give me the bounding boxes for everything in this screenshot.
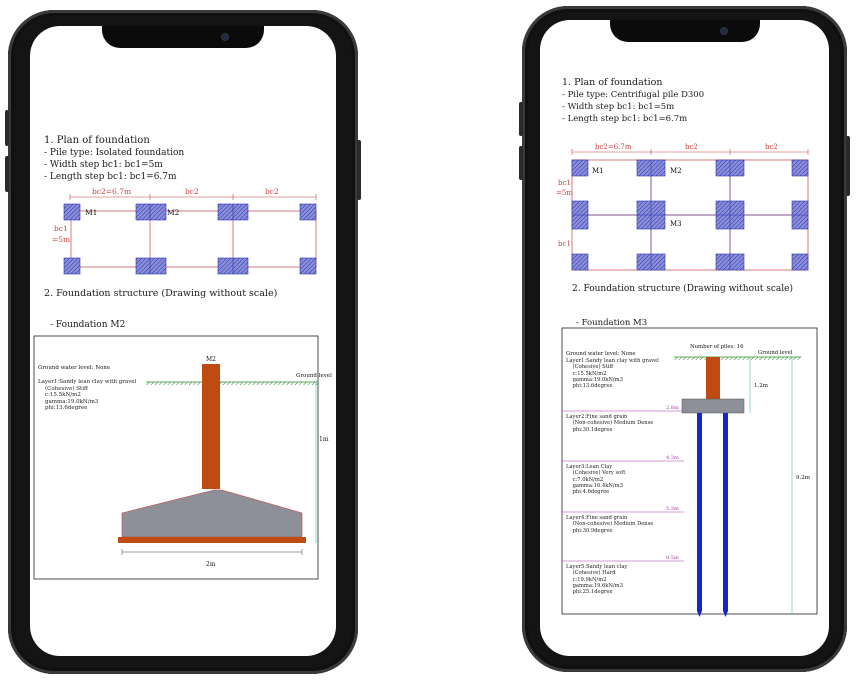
depth-label: 9.2m bbox=[796, 475, 811, 481]
footing-base bbox=[118, 537, 306, 543]
column bbox=[706, 357, 720, 399]
pile-pad bbox=[135, 257, 167, 275]
foundation-mark: M2 bbox=[670, 167, 682, 175]
dim-side-label: bc1 bbox=[54, 224, 68, 233]
layer-description: Layer5:Sandy lean clay (Cohesive) Hard c… bbox=[566, 564, 628, 596]
pile bbox=[697, 413, 702, 611]
pile bbox=[723, 413, 728, 611]
dim-label: bc2 bbox=[685, 143, 698, 151]
foundation-section: M2 Ground water level: None Ground level… bbox=[33, 335, 332, 580]
dim-side-label: bc1 bbox=[558, 240, 571, 248]
dim-label: bc2 bbox=[185, 187, 199, 196]
dim-label: bc2=6.7m bbox=[92, 187, 131, 196]
foundation-mark: M1 bbox=[85, 208, 97, 217]
foundation-label: - Foundation M2 bbox=[50, 320, 126, 330]
foundation-mark: M2 bbox=[167, 208, 180, 217]
ground-level-label: Ground level bbox=[758, 350, 793, 356]
dim-side-label: =5m bbox=[556, 189, 573, 197]
layer-depth: 8.5m bbox=[666, 555, 679, 561]
foundation-mark: M3 bbox=[670, 220, 682, 228]
pile-pad bbox=[299, 257, 317, 275]
dim-label: bc2 bbox=[265, 187, 279, 196]
pile-pad bbox=[135, 203, 167, 221]
column bbox=[202, 364, 220, 489]
phone-right: 1. Plan of foundation - Pile type: Centr… bbox=[519, 6, 850, 672]
structure-heading: 2. Foundation structure (Drawing without… bbox=[572, 284, 794, 294]
pile-pad bbox=[63, 257, 81, 275]
depth-label: 1.2m bbox=[754, 383, 769, 389]
layer-description: Layer3:Lean Clay (Cohesive) Very soft c:… bbox=[566, 464, 626, 496]
pile-pad bbox=[791, 253, 809, 271]
layer-depth: 4.3m bbox=[666, 455, 679, 461]
layer-description: Layer1:Sandy lean clay with gravel (Cohe… bbox=[38, 379, 137, 411]
screen-right: 1. Plan of foundation - Pile type: Centr… bbox=[540, 20, 829, 656]
side-button bbox=[846, 136, 850, 196]
width-label: 2m bbox=[206, 561, 216, 568]
dim-label: bc2 bbox=[765, 143, 778, 151]
structure-heading: 2. Foundation structure (Drawing without… bbox=[44, 288, 278, 299]
dim-side-label: bc1 bbox=[558, 179, 571, 187]
dim-label: bc2=6.7m bbox=[595, 143, 632, 151]
side-button bbox=[519, 146, 523, 180]
phone-left: 1. Plan of foundation - Pile type: Isola… bbox=[5, 10, 361, 674]
pile-pad bbox=[791, 159, 809, 177]
layer-description: Layer1:Sandy lean clay with gravel (Cohe… bbox=[566, 358, 659, 390]
pile-pad bbox=[63, 203, 81, 221]
ground-water-level: Ground water level: None bbox=[566, 351, 636, 357]
column-label: M2 bbox=[206, 356, 216, 363]
side-button bbox=[357, 140, 361, 200]
layer-description: Layer4:Fine sand grain (Non-cohesive) Me… bbox=[566, 515, 654, 534]
side-button bbox=[519, 102, 523, 136]
foundation-mark: M1 bbox=[592, 167, 604, 175]
layer-description: Layer2:Fine sand grain (Non-cohesive) Me… bbox=[566, 414, 654, 433]
pile-cap bbox=[681, 398, 745, 414]
ground-level-label: Ground level bbox=[296, 373, 332, 379]
pile-pad bbox=[571, 253, 589, 271]
layer-depth: 5.3m bbox=[666, 506, 679, 512]
foundation-label: - Foundation M3 bbox=[576, 318, 648, 328]
depth-label: 1m bbox=[319, 436, 329, 443]
ground-water-level: Ground water level: None bbox=[38, 365, 110, 371]
side-button bbox=[5, 156, 9, 192]
dim-side-label: =5m bbox=[52, 235, 70, 244]
layer-depth: 2.8m bbox=[666, 405, 679, 411]
screen-left: 1. Plan of foundation - Pile type: Isola… bbox=[30, 26, 336, 656]
pile-pad bbox=[571, 159, 589, 177]
piles-count: Number of piles: 16 bbox=[690, 344, 744, 350]
pile-pad bbox=[299, 203, 317, 221]
side-button bbox=[5, 110, 9, 146]
